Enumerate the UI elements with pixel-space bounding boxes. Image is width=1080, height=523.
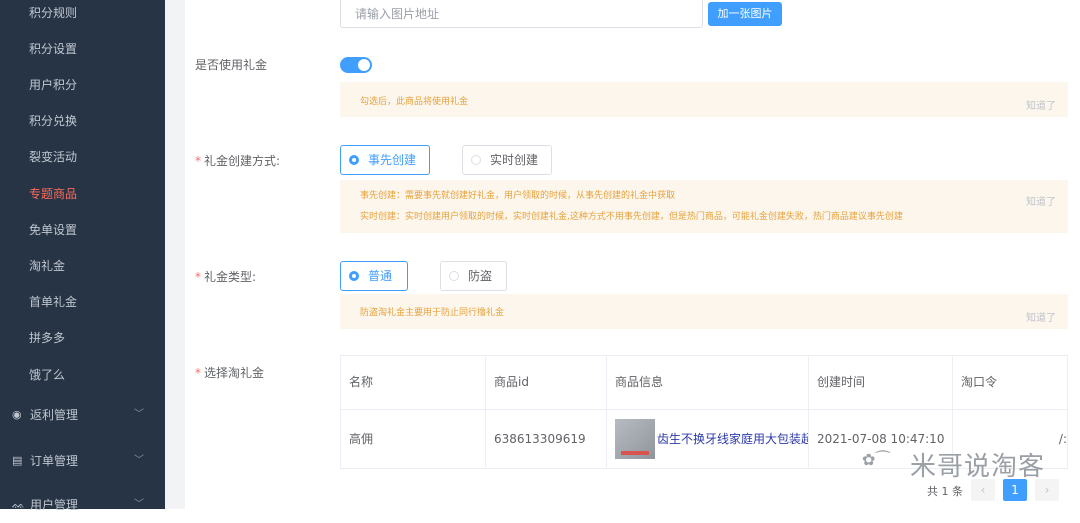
- alert-close-button[interactable]: 知道了: [1026, 309, 1056, 324]
- product-thumbnail: [615, 419, 655, 459]
- column-header-product-id: 商品id: [486, 356, 607, 409]
- select-gift-label: * 选择淘礼金: [195, 366, 265, 380]
- radio-dot: [449, 271, 459, 281]
- sidebar-item-taolijin[interactable]: 淘礼金: [0, 248, 165, 284]
- radio-create-mode-prebuilt[interactable]: 事先创建: [340, 145, 430, 175]
- sidebar-item-fission-activity[interactable]: 裂变活动: [0, 139, 165, 175]
- sidebar-group-orders[interactable]: ▤ 订单管理 ﹀: [0, 443, 165, 479]
- sidebar-item-points-settings[interactable]: 积分设置: [0, 31, 165, 67]
- radio-dot: [349, 271, 359, 281]
- sidebar-item-user-points[interactable]: 用户积分: [0, 67, 165, 103]
- sidebar-item-points-rules[interactable]: 积分规则: [0, 0, 165, 31]
- alert-close-button[interactable]: 知道了: [1026, 193, 1056, 208]
- create-mode-label: * 礼金创建方式:: [195, 154, 281, 168]
- cell-product-info[interactable]: 齿生不换牙线家庭用大包装超细: [607, 409, 809, 468]
- column-header-token: 淘口令: [961, 375, 998, 389]
- order-icon: ▤: [12, 454, 23, 467]
- sidebar-group-label: 订单管理: [30, 454, 79, 468]
- add-image-button[interactable]: 加一张图片: [708, 2, 782, 26]
- create-mode-alert: 事先创建：需要事先就创建好礼金，用户领取的时候，从事先创建的礼金中获取 实时创建…: [340, 180, 1068, 233]
- sidebar-item-topic-products[interactable]: 专题商品: [0, 176, 165, 212]
- gift-type-alert: 防盗淘礼金主要用于防止同行撸礼金 知道了: [340, 294, 1068, 329]
- sidebar-group-rebate[interactable]: ◉ 返利管理 ﹀: [0, 397, 165, 433]
- sidebar-item-free-order[interactable]: 免单设置: [0, 212, 165, 248]
- main-content: 请输入图片地址 加一张图片 是否使用礼金 勾选后，此商品将使用礼金 知道了 * 礼…: [185, 0, 1080, 509]
- cell-name[interactable]: 高佣: [341, 409, 486, 468]
- chevron-down-icon: ﹀: [134, 409, 144, 420]
- sidebar-item-first-order-gift[interactable]: 首单礼金: [0, 284, 165, 320]
- sidebar-item-pinduoduo[interactable]: 拼多多: [0, 320, 165, 356]
- chevron-down-icon: ﹀: [134, 455, 144, 466]
- radio-dot: [471, 155, 481, 165]
- use-gift-alert: 勾选后，此商品将使用礼金 知道了: [340, 82, 1068, 117]
- product-title: 齿生不换牙线家庭用大包装超细: [657, 432, 809, 446]
- radio-gift-type-antitheft[interactable]: 防盗: [440, 261, 507, 291]
- radio-dot: [349, 155, 359, 165]
- column-header-product-info: 商品信息: [607, 356, 809, 409]
- alert-text: 事先创建：需要事先就创建好礼金，用户领取的时候，从事先创建的礼金中获取: [360, 191, 676, 201]
- gift-type-label: * 礼金类型:: [195, 270, 257, 284]
- sidebar: 积分规则 积分设置 用户积分 积分兑换 裂变活动 专题商品 免单设置 淘礼金 首…: [0, 0, 165, 512]
- sidebar-item-points-exchange[interactable]: 积分兑换: [0, 103, 165, 139]
- column-header-name: 名称: [341, 356, 486, 409]
- user-icon: ᨐ: [12, 498, 25, 511]
- radio-gift-type-normal[interactable]: 普通: [340, 261, 408, 291]
- chevron-down-icon: ﹀: [134, 499, 144, 510]
- sidebar-group-users[interactable]: ᨐ 用户管理 ﹀: [0, 487, 165, 523]
- radio-create-mode-realtime[interactable]: 实时创建: [462, 145, 552, 175]
- content-gutter: [165, 0, 185, 509]
- alert-text: 实时创建：实时创建用户领取的时候，实时创建礼金,这种方式不用事先创建，但是热门商…: [360, 212, 903, 222]
- image-url-input[interactable]: 请输入图片地址: [340, 0, 703, 28]
- column-header-created: 创建时间: [809, 356, 953, 409]
- use-gift-switch[interactable]: [340, 57, 372, 73]
- wechat-icon: ✿⁀: [862, 450, 891, 469]
- rebate-icon: ◉: [12, 408, 22, 421]
- alert-text: 勾选后，此商品将使用礼金: [360, 97, 469, 107]
- alert-close-button[interactable]: 知道了: [1026, 97, 1056, 112]
- sidebar-group-label: 返利管理: [30, 408, 79, 422]
- cell-product-id[interactable]: 638613309619: [486, 409, 607, 468]
- sidebar-group-label: 用户管理: [30, 498, 79, 512]
- switch-knob: [358, 59, 370, 71]
- alert-text: 防盗淘礼金主要用于防止同行撸礼金: [360, 308, 505, 318]
- sidebar-item-eleme[interactable]: 饿了么: [0, 357, 165, 393]
- pagination-total: 共 1 条: [927, 485, 963, 498]
- use-gift-label: 是否使用礼金: [195, 58, 268, 72]
